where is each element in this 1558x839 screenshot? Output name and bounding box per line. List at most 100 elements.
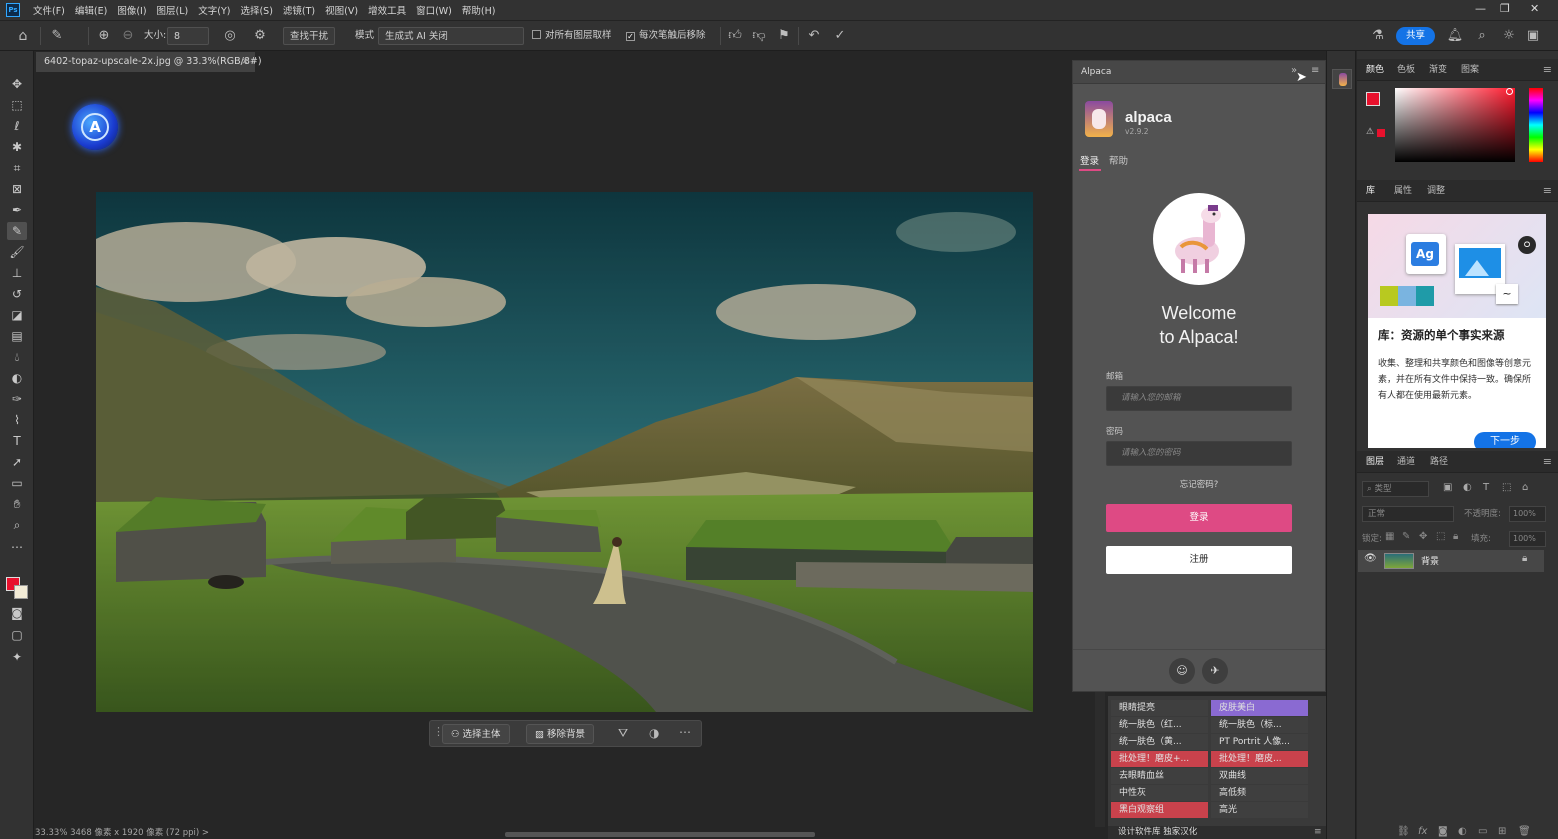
- filter-smart-object-icon[interactable]: ⌂: [1522, 482, 1528, 493]
- tab-swatches[interactable]: 色板: [1397, 59, 1415, 81]
- mode-select[interactable]: 生成式 AI 关闭: [378, 27, 524, 45]
- add-mode-icon[interactable]: ⊕: [95, 27, 113, 45]
- size-input[interactable]: 8: [167, 27, 209, 45]
- mask-icon[interactable]: ◑: [649, 726, 659, 740]
- nav-login-tab[interactable]: 登录: [1080, 153, 1099, 167]
- layer-style-fx-icon[interactable]: fx: [1418, 826, 1427, 837]
- action-item[interactable]: 中性灰: [1111, 785, 1208, 801]
- nav-help-tab[interactable]: 帮助: [1109, 153, 1128, 167]
- commit-check-icon[interactable]: ✓: [831, 27, 849, 45]
- menu-plugins[interactable]: 增效工具: [363, 3, 411, 17]
- opacity-input[interactable]: 100%: [1509, 506, 1546, 522]
- action-item[interactable]: 批处理！磨皮...: [1211, 751, 1308, 767]
- layer-row-background[interactable]: 👁︎ 背景 🔒︎: [1358, 550, 1544, 572]
- login-button[interactable]: 登录: [1106, 504, 1292, 532]
- action-item[interactable]: PT Portrit 人像...: [1211, 734, 1308, 750]
- eraser-tool-icon[interactable]: ◪: [7, 306, 27, 324]
- close-document-icon[interactable]: ×: [241, 52, 249, 72]
- layer-filter-select[interactable]: ⌕ 类型: [1362, 481, 1429, 497]
- menu-view[interactable]: 视图(V): [320, 3, 363, 17]
- beaker-icon[interactable]: ⚗: [1369, 27, 1387, 45]
- menu-window[interactable]: 窗口(W): [411, 3, 457, 17]
- action-item[interactable]: 统一肤色（标...: [1211, 717, 1308, 733]
- subtract-mode-icon[interactable]: ⊖: [119, 27, 137, 45]
- frame-tool-icon[interactable]: ⊠: [7, 180, 27, 198]
- filter-adjustment-icon[interactable]: ◐: [1463, 482, 1472, 493]
- settings-gear-icon[interactable]: ⚙: [251, 27, 269, 45]
- undo-icon[interactable]: ↶: [805, 27, 823, 45]
- magic-wand-tool-icon[interactable]: ✱: [7, 138, 27, 156]
- flag-icon[interactable]: ⚑: [775, 27, 793, 45]
- zoom-tool-icon[interactable]: ⌕: [7, 516, 27, 534]
- action-item[interactable]: 统一肤色（黄...: [1111, 734, 1208, 750]
- hue-slider[interactable]: [1529, 88, 1543, 162]
- password-field[interactable]: 请输入您的密码: [1106, 441, 1292, 466]
- action-item[interactable]: 高低频: [1211, 785, 1308, 801]
- action-item[interactable]: 黑白观察组: [1111, 802, 1208, 818]
- remove-tool-icon[interactable]: ✎: [7, 222, 27, 240]
- bell-icon[interactable]: 🔔︎: [1446, 27, 1464, 45]
- path-tool-icon[interactable]: ⌇: [7, 411, 27, 429]
- discord-icon[interactable]: ☺: [1169, 658, 1195, 684]
- tab-color[interactable]: 颜色: [1366, 59, 1384, 81]
- more-tools-icon[interactable]: ⋯: [7, 538, 27, 556]
- find-distractions-button[interactable]: 查找干扰: [283, 27, 336, 45]
- menu-select[interactable]: 选择(S): [235, 3, 277, 17]
- stamp-tool-icon[interactable]: ⊥: [7, 264, 27, 282]
- remove-tool-preset-icon[interactable]: ✎: [48, 27, 66, 45]
- history-brush-tool-icon[interactable]: ↺: [7, 285, 27, 303]
- tab-patterns[interactable]: 图案: [1461, 59, 1479, 81]
- menu-type[interactable]: 文字(Y): [193, 3, 235, 17]
- workspace-icon[interactable]: ▣: [1524, 27, 1542, 45]
- tab-library[interactable]: 库: [1366, 180, 1375, 202]
- share-button[interactable]: 共享: [1396, 27, 1436, 45]
- marquee-tool-icon[interactable]: ⬚: [7, 96, 27, 114]
- close-icon[interactable]: ✕: [1530, 2, 1539, 15]
- restore-icon[interactable]: ❐: [1500, 2, 1510, 15]
- lock-all-icon[interactable]: 🔒︎: [1453, 531, 1458, 542]
- filter-type-icon[interactable]: T: [1483, 482, 1489, 493]
- action-item[interactable]: 批处理！磨皮+...: [1111, 751, 1208, 767]
- document-tab[interactable]: 6402-topaz-upscale-2x.jpg @ 33.3%(RGB/8#…: [36, 52, 262, 72]
- action-item[interactable]: 统一肤色（红...: [1111, 717, 1208, 733]
- action-item[interactable]: 高光: [1211, 802, 1308, 818]
- menu-help[interactable]: 帮助(H): [457, 3, 501, 17]
- screen-mode-icon[interactable]: ▢: [7, 626, 27, 644]
- adjust-icon[interactable]: ⛛: [618, 726, 628, 741]
- path-selection-tool-icon[interactable]: ➚: [7, 453, 27, 471]
- color-field-picker[interactable]: [1395, 88, 1515, 162]
- action-item[interactable]: 去眼睛血丝: [1111, 768, 1208, 784]
- thumbs-up-icon[interactable]: 👍︎: [726, 27, 744, 45]
- new-group-icon[interactable]: ▭: [1478, 826, 1487, 837]
- background-color-swatch[interactable]: [14, 585, 28, 599]
- pressure-size-icon[interactable]: ◎: [221, 27, 239, 45]
- thumbs-down-icon[interactable]: 👎︎: [750, 27, 768, 45]
- sample-all-check[interactable]: [532, 30, 541, 39]
- gradient-tool-icon[interactable]: ▤: [7, 327, 27, 345]
- crop-tool-icon[interactable]: ⌗: [7, 159, 27, 177]
- new-layer-icon[interactable]: ⊞: [1498, 826, 1506, 837]
- home-icon[interactable]: ⌂: [14, 27, 32, 45]
- eyedropper-tool-icon[interactable]: ✒: [7, 201, 27, 219]
- image-canvas[interactable]: [96, 192, 1033, 712]
- lasso-tool-icon[interactable]: ℓ: [7, 117, 27, 135]
- filter-shape-icon[interactable]: ⬚: [1502, 482, 1511, 493]
- link-layers-icon[interactable]: ⛓: [1397, 826, 1410, 837]
- tab-gradients[interactable]: 渐变: [1429, 59, 1447, 81]
- menu-edit[interactable]: 编辑(E): [70, 3, 112, 17]
- action-item[interactable]: 双曲线: [1211, 768, 1308, 784]
- tab-adjustments[interactable]: 调整: [1427, 180, 1445, 202]
- fill-input[interactable]: 100%: [1509, 531, 1546, 547]
- layer-name[interactable]: 背景: [1421, 554, 1439, 567]
- menu-image[interactable]: 图像(I): [112, 3, 151, 17]
- select-subject-button[interactable]: ⚇ 选择主体: [442, 724, 510, 744]
- new-adjustment-layer-icon[interactable]: ◐: [1458, 826, 1467, 837]
- menu-layer[interactable]: 图层(L): [152, 3, 194, 17]
- email-field[interactable]: 请输入您的邮箱: [1106, 386, 1292, 411]
- blend-mode-select[interactable]: 正常: [1362, 506, 1454, 522]
- register-button[interactable]: 注册: [1106, 546, 1292, 574]
- alpaca-panel-icon[interactable]: [1332, 69, 1352, 89]
- minimize-icon[interactable]: —: [1475, 2, 1486, 15]
- type-tool-icon[interactable]: T: [7, 432, 27, 450]
- lock-position-icon[interactable]: ✥: [1419, 531, 1427, 542]
